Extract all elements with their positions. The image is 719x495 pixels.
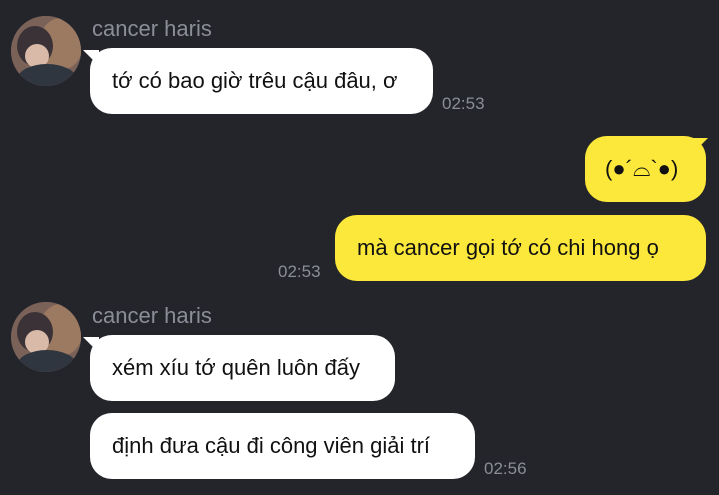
message-bubble-incoming[interactable]: định đưa cậu đi công viên giải trí [90, 413, 475, 479]
avatar-photo [11, 16, 81, 86]
message-timestamp: 02:53 [442, 94, 485, 113]
avatar[interactable] [11, 16, 81, 86]
message-bubble-outgoing[interactable]: (●´⌓`●) [585, 136, 706, 202]
message-bubble-incoming[interactable]: tớ có bao giờ trêu cậu đâu, ơ [90, 48, 433, 114]
avatar[interactable] [11, 302, 81, 372]
message-bubble-incoming[interactable]: xém xíu tớ quên luôn đấy [90, 335, 395, 401]
avatar-photo [11, 302, 81, 372]
message-timestamp: 02:53 [278, 262, 321, 281]
message-timestamp: 02:56 [484, 459, 527, 478]
sender-name: cancer haris [92, 303, 212, 328]
sender-name: cancer haris [92, 16, 212, 41]
message-bubble-outgoing[interactable]: mà cancer gọi tớ có chi hong ọ [335, 215, 706, 281]
